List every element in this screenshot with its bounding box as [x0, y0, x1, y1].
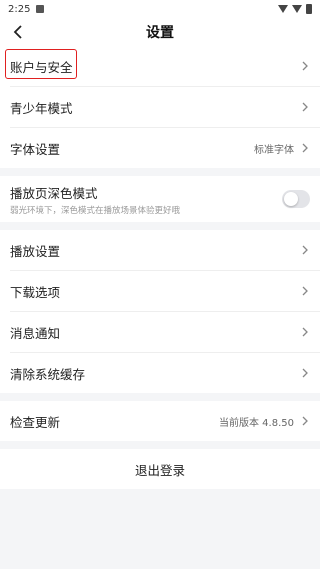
dark-mode-toggle[interactable] — [282, 190, 310, 208]
row-check-update[interactable]: 检查更新 当前版本 4.8.50 — [0, 401, 320, 441]
chevron-right-icon — [300, 61, 310, 71]
row-notifications[interactable]: 消息通知 — [0, 312, 320, 352]
row-label: 播放设置 — [10, 243, 61, 259]
row-label: 字体设置 — [10, 141, 61, 157]
chevron-right-icon — [300, 286, 310, 296]
logout-label: 退出登录 — [134, 462, 185, 478]
chevron-right-icon — [300, 416, 310, 426]
status-bar: 2:25 — [0, 0, 320, 18]
row-value: 标准字体 — [254, 144, 294, 156]
back-icon[interactable] — [10, 24, 26, 40]
row-youth-mode[interactable]: 青少年模式 — [0, 87, 320, 127]
row-dark-mode: 播放页深色模式 弱光环境下，深色模式在播放场景体验更好哦 — [0, 176, 320, 222]
row-account-security[interactable]: 账户与安全 — [0, 46, 320, 86]
notification-icon — [36, 5, 45, 13]
chevron-right-icon — [300, 368, 310, 378]
group-dark-mode: 播放页深色模式 弱光环境下，深色模式在播放场景体验更好哦 — [0, 176, 320, 222]
group-playback: 播放设置 下载选项 消息通知 清除系统缓存 — [0, 230, 320, 393]
row-label: 青少年模式 — [10, 100, 73, 116]
row-download-options[interactable]: 下载选项 — [0, 271, 320, 311]
chevron-right-icon — [300, 327, 310, 337]
signal-icon — [292, 5, 302, 13]
row-value: 当前版本 4.8.50 — [219, 417, 294, 429]
chevron-right-icon — [300, 143, 310, 153]
group-update: 检查更新 当前版本 4.8.50 — [0, 401, 320, 441]
toggle-knob — [284, 192, 298, 206]
row-clear-cache[interactable]: 清除系统缓存 — [0, 353, 320, 393]
chevron-right-icon — [300, 245, 310, 255]
row-label: 清除系统缓存 — [10, 366, 86, 382]
row-label: 检查更新 — [10, 414, 61, 430]
nav-bar: 设置 — [0, 18, 320, 46]
highlight-box — [5, 49, 77, 79]
row-subtitle: 弱光环境下，深色模式在播放场景体验更好哦 — [10, 205, 181, 216]
row-label: 播放页深色模式 — [10, 185, 98, 201]
status-time: 2:25 — [8, 3, 31, 15]
logout-button[interactable]: 退出登录 — [0, 449, 320, 489]
battery-icon — [306, 4, 312, 14]
row-label: 下载选项 — [10, 284, 61, 300]
group-account: 账户与安全 青少年模式 字体设置 标准字体 — [0, 46, 320, 168]
chevron-right-icon — [300, 102, 310, 112]
page-title: 设置 — [146, 25, 174, 41]
row-play-settings[interactable]: 播放设置 — [0, 230, 320, 270]
row-label: 消息通知 — [10, 325, 61, 341]
row-texts: 播放页深色模式 弱光环境下，深色模式在播放场景体验更好哦 — [10, 183, 282, 216]
row-font-settings[interactable]: 字体设置 标准字体 — [0, 128, 320, 168]
status-icons — [278, 4, 312, 14]
wifi-icon — [278, 5, 288, 13]
